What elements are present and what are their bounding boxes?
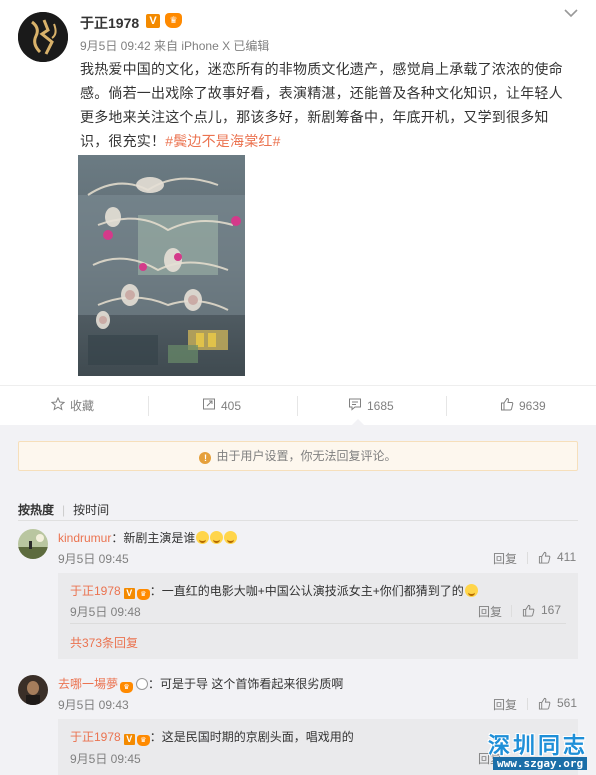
replier-name[interactable]: 于正1978 bbox=[70, 584, 121, 598]
reply-button[interactable]: 回复 bbox=[493, 550, 517, 567]
post-text: 我热爱中国的文化，迷恋所有的非物质文化遗产，感觉肩上承载了浓浓的使命感。倘若一出… bbox=[80, 61, 563, 149]
topic-link[interactable]: #鬓边不是海棠红# bbox=[165, 133, 280, 149]
laugh-emoji-icon bbox=[224, 531, 238, 544]
thumbs-up-icon bbox=[500, 387, 514, 427]
reply-like-count: 167 bbox=[541, 603, 562, 617]
reply-time: 9月5日 09:45 bbox=[70, 752, 141, 766]
reply-body: ：这是民国时期的京剧头面，唱戏用的 bbox=[149, 730, 354, 744]
post-actions-bar: 收藏 405 1685 9639 bbox=[0, 385, 596, 426]
action-divider bbox=[446, 396, 447, 416]
thumbs-up-icon bbox=[522, 604, 535, 617]
divider bbox=[511, 605, 512, 617]
comments-section: ! 由于用户设置，你无法回复评论。 按热度 | 按时间 kindrumur：新剧主演是… bbox=[0, 425, 596, 775]
verified-icon: V bbox=[146, 14, 160, 28]
post-content: 我热爱中国的文化，迷恋所有的非物质文化遗产，感觉肩上承载了浓浓的使命感。倘若一出… bbox=[80, 57, 574, 153]
vip-crown-icon: ♛ bbox=[136, 735, 150, 746]
comment-count: 1685 bbox=[367, 399, 394, 413]
reply-body: ：一直红的电影大咖+中国公认演技派女主+你们都猜到了的 bbox=[149, 584, 464, 598]
vip-crown-icon: ♛ bbox=[136, 589, 150, 600]
reply-text: 于正1978 V ♛ ：这是民国时期的京剧头面，唱戏用的 bbox=[70, 728, 354, 746]
reply-like-button[interactable]: 167 bbox=[522, 603, 561, 617]
comment-like-count: 561 bbox=[557, 696, 578, 710]
avatar-logo bbox=[18, 12, 68, 62]
chevron-down-icon[interactable] bbox=[563, 6, 579, 20]
author-avatar[interactable] bbox=[18, 12, 68, 62]
watermark-url: www.szgay.org bbox=[493, 757, 588, 770]
favorite-button[interactable]: 收藏 bbox=[50, 386, 95, 427]
post-image[interactable] bbox=[78, 155, 245, 376]
like-button[interactable]: 9639 bbox=[500, 386, 546, 426]
reply-button[interactable]: 回复 bbox=[493, 696, 517, 713]
panda-emoji-icon bbox=[136, 678, 149, 690]
divider bbox=[527, 552, 528, 564]
divider bbox=[18, 520, 578, 521]
comment-like-button[interactable]: 411 bbox=[538, 550, 576, 564]
verified-icon: V bbox=[123, 734, 135, 745]
watermark-name: 深圳同志 bbox=[488, 734, 589, 759]
commenter-name[interactable]: 去哪一場夢 bbox=[58, 677, 118, 691]
reply-restricted-notice: ! 由于用户设置，你无法回复评论。 bbox=[18, 441, 578, 471]
favorite-label: 收藏 bbox=[70, 399, 95, 413]
reply-text: 于正1978 V ♛ ：一直红的电影大咖+中国公认演技派女主+你们都猜到了的 bbox=[70, 582, 478, 600]
commenter-avatar[interactable] bbox=[18, 675, 48, 705]
reply-time: 9月5日 09:48 bbox=[70, 605, 141, 619]
more-replies-link[interactable]: 共373条回复 bbox=[70, 634, 138, 651]
laugh-emoji-icon bbox=[210, 531, 224, 544]
thinking-emoji-icon bbox=[464, 584, 478, 597]
reply-button[interactable]: 回复 bbox=[478, 603, 502, 620]
reply-thread: 于正1978 V ♛ ：一直红的电影大咖+中国公认演技派女主+你们都猜到了的 9月5日… bbox=[58, 573, 578, 659]
repost-icon bbox=[202, 387, 216, 427]
divider bbox=[527, 698, 528, 710]
vip-crown-icon: ♛ bbox=[120, 682, 134, 693]
post-meta: 9月5日 09:42 来自 iPhone X 已编辑 bbox=[80, 39, 270, 53]
laugh-emoji-icon bbox=[196, 531, 210, 544]
warning-icon: ! bbox=[199, 452, 212, 464]
comment-time: 9月5日 09:43 bbox=[58, 698, 129, 712]
thumbs-up-icon bbox=[538, 551, 551, 564]
verified-icon: V bbox=[123, 588, 135, 599]
comment-time: 9月5日 09:45 bbox=[58, 552, 129, 566]
comment-like-button[interactable]: 561 bbox=[538, 696, 577, 710]
action-divider bbox=[297, 396, 298, 416]
notice-text: 由于用户设置，你无法回复评论。 bbox=[216, 449, 397, 463]
comment-text: kindrumur：新剧主演是谁 bbox=[58, 529, 238, 546]
author-name[interactable]: 于正1978 bbox=[80, 13, 139, 33]
tab-separator: | bbox=[62, 503, 66, 517]
commenter-name[interactable]: kindrumur bbox=[58, 531, 111, 545]
comment-text: 去哪一場夢 ♛ ：可是于导 这个首饰看起来很劣质啊 bbox=[58, 675, 343, 693]
action-divider bbox=[148, 396, 149, 416]
tab-hot[interactable]: 按热度 bbox=[18, 503, 54, 517]
commenter-avatar[interactable] bbox=[18, 529, 48, 559]
comment-like-count: 411 bbox=[557, 550, 577, 564]
sort-tabs: 按热度 | 按时间 bbox=[18, 501, 109, 518]
star-icon bbox=[50, 387, 66, 427]
thumbs-up-icon bbox=[538, 697, 551, 710]
like-count: 9639 bbox=[519, 399, 546, 413]
divider bbox=[70, 623, 566, 624]
tab-time[interactable]: 按时间 bbox=[73, 503, 109, 517]
comment-body: ：新剧主演是谁 bbox=[111, 531, 196, 545]
replier-name[interactable]: 于正1978 bbox=[70, 730, 121, 744]
repost-button[interactable]: 405 bbox=[202, 386, 241, 426]
weibo-post: 于正1978 V ♛ 9月5日 09:42 来自 iPhone X 已编辑 我热… bbox=[0, 0, 596, 385]
vip-crown-icon: ♛ bbox=[165, 13, 182, 28]
repost-count: 405 bbox=[221, 399, 242, 413]
comment-body: ：可是于导 这个首饰看起来很劣质啊 bbox=[148, 677, 344, 691]
site-watermark: 深圳同志 www.szgay.org bbox=[488, 728, 592, 772]
